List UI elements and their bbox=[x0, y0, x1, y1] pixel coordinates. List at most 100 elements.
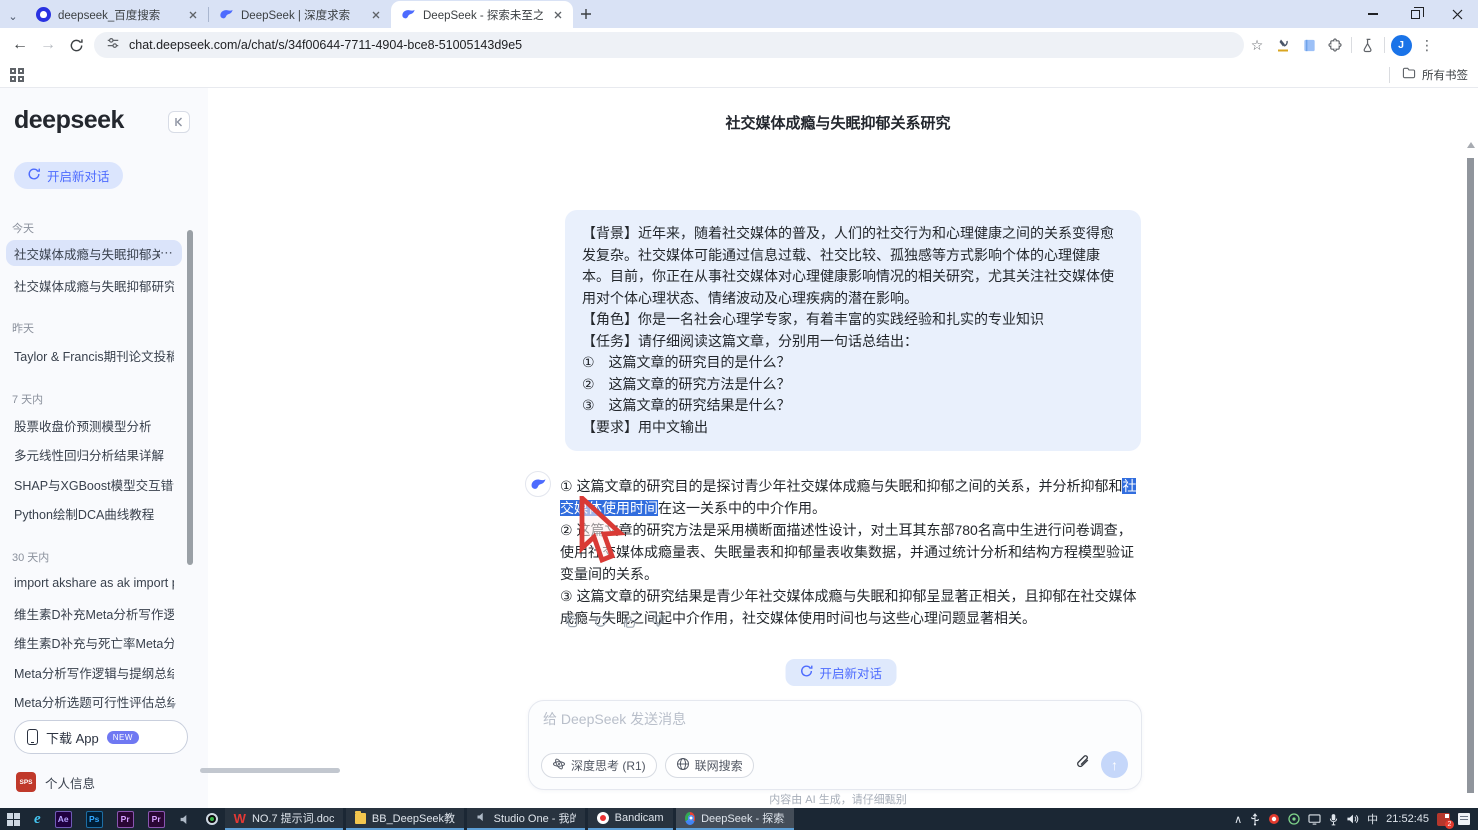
deep-think-toggle[interactable]: 深度思考 (R1) bbox=[541, 753, 657, 778]
action-center-icon[interactable] bbox=[1458, 813, 1470, 825]
audio-app-icon[interactable] bbox=[172, 808, 199, 830]
bookmark-star-icon[interactable]: ☆ bbox=[1244, 32, 1270, 58]
user-message-line: ③ 这篇文章的研究结果是什么？ bbox=[582, 395, 1124, 417]
recorder-icon[interactable] bbox=[199, 808, 225, 830]
page-scrollbar[interactable] bbox=[1467, 158, 1474, 793]
tab-deepseek-home[interactable]: DeepSeek | 深度求索 bbox=[209, 1, 391, 28]
new-chat-label: 开启新对话 bbox=[47, 166, 110, 185]
user-message-line: 【要求】用中文输出 bbox=[582, 417, 1124, 439]
browser-toolbar: ← → chat.deepseek.com/a/chat/s/34f00644-… bbox=[0, 28, 1478, 62]
display-icon[interactable] bbox=[1308, 814, 1321, 825]
sidebar-collapse-button[interactable] bbox=[168, 111, 190, 133]
tab-baidu-search[interactable]: deepseek_百度搜索 bbox=[26, 1, 208, 28]
new-chat-button-mid[interactable]: 开启新对话 bbox=[786, 659, 897, 686]
flask-icon[interactable] bbox=[1355, 32, 1381, 58]
history-item[interactable]: 社交媒体成瘾与失眠抑郁研究总 bbox=[6, 272, 182, 298]
history-item[interactable]: import akshare as ak import p bbox=[6, 570, 182, 596]
restore-button[interactable] bbox=[1394, 0, 1436, 28]
scroll-up-arrow-icon[interactable] bbox=[1467, 142, 1475, 148]
taskbar-window-wps-doc[interactable]: W NO.7 提示词.doc - ... bbox=[225, 808, 343, 830]
reload-button[interactable] bbox=[62, 31, 90, 59]
tray-expand-icon[interactable]: ∧ bbox=[1234, 813, 1242, 826]
horizontal-scrollbar[interactable] bbox=[200, 768, 340, 773]
photoshop-icon[interactable]: Ps bbox=[79, 808, 110, 830]
copy-icon[interactable] bbox=[562, 612, 580, 630]
web-search-toggle[interactable]: 联网搜索 bbox=[665, 753, 754, 778]
back-button[interactable]: ← bbox=[6, 31, 34, 59]
bookmarks-bar: 所有书签 bbox=[0, 62, 1478, 88]
clock[interactable]: 21:52:45 bbox=[1386, 813, 1429, 825]
history-item[interactable]: 维生素D补充与死亡率Meta分析 bbox=[6, 629, 182, 655]
user-message-line: 【任务】请仔细阅读这篇文章，分别用一句话总结出： bbox=[582, 331, 1124, 353]
notification-flag-icon[interactable]: 2 bbox=[1437, 813, 1450, 826]
thumbs-up-icon[interactable] bbox=[620, 612, 638, 630]
close-button[interactable] bbox=[1436, 0, 1478, 28]
taskbar-window-folder[interactable]: BB_DeepSeek教你... bbox=[346, 808, 464, 830]
send-button[interactable]: ↑ bbox=[1101, 751, 1128, 778]
phone-icon bbox=[27, 729, 38, 745]
url-bar[interactable]: chat.deepseek.com/a/chat/s/34f00644-7711… bbox=[94, 32, 1244, 58]
history-item[interactable]: 维生素D补充Meta分析写作逻辑 bbox=[6, 600, 182, 626]
thumbs-down-icon[interactable] bbox=[649, 612, 667, 630]
network-icon[interactable] bbox=[1288, 813, 1300, 825]
tab-title: DeepSeek - 探索未至之境 bbox=[423, 7, 543, 23]
item-more-icon[interactable]: ⋯ bbox=[160, 245, 174, 261]
profile-button[interactable]: SPS 个人信息 bbox=[16, 772, 95, 792]
book-extension-icon[interactable] bbox=[1296, 32, 1322, 58]
premiere-icon[interactable]: Pr bbox=[110, 808, 141, 830]
browser-menu-icon[interactable]: ⋮ bbox=[1414, 32, 1440, 58]
usb-icon[interactable] bbox=[1250, 813, 1260, 826]
user-message-bubble: 【背景】近年来，随着社交媒体的普及，人们的社交行为和心理健康之间的关系变得愈发复… bbox=[565, 210, 1141, 451]
site-settings-icon[interactable] bbox=[106, 36, 120, 55]
history-item[interactable]: Python绘制DCA曲线教程 bbox=[6, 500, 182, 526]
premiere-icon-2[interactable]: Pr bbox=[141, 808, 172, 830]
tab-deepseek-chat-active[interactable]: DeepSeek - 探索未至之境 bbox=[391, 1, 573, 28]
tab-close-icon[interactable] bbox=[368, 7, 383, 22]
history-item[interactable]: 多元线性回归分析结果详解 bbox=[6, 441, 182, 467]
tab-close-icon[interactable] bbox=[185, 7, 200, 22]
download-app-button[interactable]: 下载 App NEW bbox=[14, 720, 188, 754]
recording-dot-icon[interactable] bbox=[1268, 813, 1280, 825]
after-effects-icon[interactable]: Ae bbox=[48, 808, 79, 830]
new-tab-button[interactable] bbox=[573, 1, 599, 27]
minimize-button[interactable] bbox=[1352, 0, 1394, 28]
taskbar-window-bandicam[interactable]: Bandicam bbox=[588, 808, 673, 830]
all-bookmarks-label: 所有书签 bbox=[1422, 67, 1468, 83]
tab-close-icon[interactable] bbox=[550, 7, 565, 22]
profile-avatar[interactable]: J bbox=[1388, 32, 1414, 58]
message-input[interactable] bbox=[543, 711, 1103, 727]
speaker-icon[interactable] bbox=[1346, 813, 1359, 825]
history-group-title: 30 天内 bbox=[12, 549, 49, 565]
attach-paperclip-icon[interactable] bbox=[1074, 754, 1091, 776]
bandicam-icon bbox=[597, 812, 609, 824]
taskbar-window-deepseek-chrome[interactable]: DeepSeek - 探索未... bbox=[676, 808, 794, 830]
microphone-icon[interactable] bbox=[1329, 813, 1338, 826]
chevron-down-icon: ▼ bbox=[168, 701, 178, 712]
regenerate-icon[interactable] bbox=[591, 612, 609, 630]
history-item[interactable]: 社交媒体成瘾与失眠抑郁关 ⋯ bbox=[6, 240, 182, 266]
start-button[interactable] bbox=[0, 808, 27, 830]
deepseek-favicon-icon bbox=[219, 7, 234, 22]
sidebar-scrollbar[interactable] bbox=[187, 230, 193, 565]
internet-explorer-icon[interactable]: e bbox=[27, 808, 48, 830]
taskbar-window-studio-one[interactable]: Studio One - 我的高... bbox=[467, 808, 585, 830]
chat-main: 社交媒体成瘾与失眠抑郁关系研究 【背景】近年来，随着社交媒体的普及，人们的社交行… bbox=[208, 88, 1478, 808]
microscope-extension-icon[interactable] bbox=[1270, 32, 1296, 58]
ime-indicator[interactable]: 中 bbox=[1367, 811, 1378, 827]
history-item[interactable]: Meta分析选题可行性评估总结 bbox=[6, 688, 182, 714]
assistant-paragraph-2: ② 这篇文章的研究方法是采用横断面描述性设计，对土耳其东部780名高中生进行问卷… bbox=[560, 519, 1142, 585]
history-item[interactable]: Taylor & Francis期刊论文投稿排 bbox=[6, 342, 182, 368]
apps-grid-icon[interactable] bbox=[10, 68, 24, 82]
taskbar: e Ae Ps Pr Pr W NO.7 提示词.doc - ... BB_De… bbox=[0, 808, 1478, 830]
history-item[interactable]: SHAP与XGBoost模型交互错误排 bbox=[6, 471, 182, 497]
assistant-message: ① 这篇文章的研究目的是探讨青少年社交媒体成瘾与失眠和抑郁之间的关系，并分析抑郁… bbox=[560, 475, 1142, 629]
history-item[interactable]: 股票收盘价预测模型分析 bbox=[6, 412, 182, 438]
message-input-box[interactable]: 深度思考 (R1) 联网搜索 ↑ bbox=[528, 700, 1142, 790]
tab-search-chevron-icon[interactable]: ⌄ bbox=[0, 4, 26, 28]
history-item[interactable]: Meta分析写作逻辑与提纲总结 bbox=[6, 659, 182, 685]
all-bookmarks-button[interactable]: 所有书签 bbox=[1389, 67, 1468, 83]
new-chat-button[interactable]: 开启新对话 bbox=[14, 162, 123, 189]
web-search-label: 联网搜索 bbox=[695, 757, 743, 774]
extensions-puzzle-icon[interactable] bbox=[1322, 32, 1348, 58]
forward-button[interactable]: → bbox=[34, 31, 62, 59]
